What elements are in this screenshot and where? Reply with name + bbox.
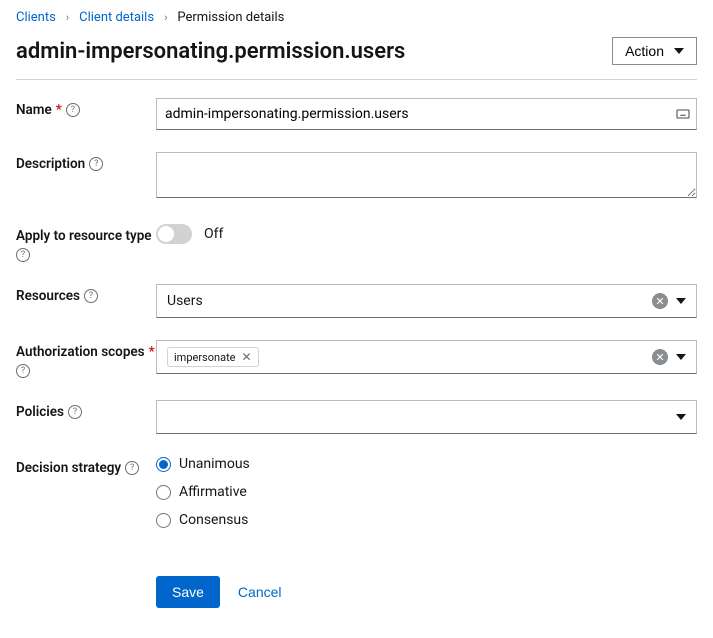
label-resources: Resources ?: [16, 284, 156, 304]
chevron-right-icon: ›: [164, 11, 167, 24]
row-description: Description ?: [16, 152, 697, 202]
breadcrumb: Clients › Client details › Permission de…: [16, 10, 697, 25]
description-textarea[interactable]: [156, 152, 697, 198]
required-icon: *: [56, 102, 62, 118]
radio-input-unanimous[interactable]: [156, 457, 171, 472]
label-apply-to-resource-type: Apply to resource type ?: [16, 224, 156, 262]
radio-affirmative[interactable]: Affirmative: [156, 484, 697, 500]
authorization-scopes-select[interactable]: impersonate ✕ ✕: [156, 340, 697, 374]
help-icon[interactable]: ?: [16, 364, 30, 378]
row-resources: Resources ? Users ✕: [16, 284, 697, 318]
help-icon[interactable]: ?: [66, 103, 80, 117]
save-button[interactable]: Save: [156, 576, 220, 608]
keyboard-icon: [675, 106, 691, 122]
label-name: Name * ?: [16, 98, 156, 118]
caret-down-icon: [676, 414, 686, 420]
help-icon[interactable]: ?: [68, 405, 82, 419]
button-row: Save Cancel: [156, 576, 697, 608]
caret-down-icon: [674, 48, 684, 54]
page-title: admin-impersonating.permission.users: [16, 39, 405, 64]
row-policies: Policies ?: [16, 400, 697, 434]
breadcrumb-current: Permission details: [177, 10, 284, 25]
radio-input-consensus[interactable]: [156, 513, 171, 528]
radio-unanimous[interactable]: Unanimous: [156, 456, 697, 472]
help-icon[interactable]: ?: [125, 461, 139, 475]
label-policies: Policies ?: [16, 400, 156, 420]
cancel-button[interactable]: Cancel: [238, 584, 282, 600]
name-input[interactable]: [156, 98, 697, 130]
row-authorization-scopes: Authorization scopes * ? impersonate ✕ ✕: [16, 340, 697, 378]
label-authorization-scopes: Authorization scopes * ?: [16, 340, 156, 378]
radio-consensus[interactable]: Consensus: [156, 512, 697, 528]
resources-value: Users: [167, 293, 652, 309]
help-icon[interactable]: ?: [89, 157, 103, 171]
resources-select[interactable]: Users ✕: [156, 284, 697, 318]
action-label: Action: [625, 43, 664, 59]
clear-icon[interactable]: ✕: [652, 293, 668, 309]
clear-icon[interactable]: ✕: [652, 349, 668, 365]
required-icon: *: [149, 344, 155, 360]
row-name: Name * ?: [16, 98, 697, 130]
apply-to-resource-type-toggle[interactable]: [156, 224, 192, 244]
decision-strategy-radio-group: Unanimous Affirmative Consensus: [156, 456, 697, 528]
caret-down-icon: [676, 354, 686, 360]
breadcrumb-client-details[interactable]: Client details: [79, 10, 154, 25]
scope-chip: impersonate ✕: [167, 347, 259, 367]
caret-down-icon: [676, 298, 686, 304]
title-row: admin-impersonating.permission.users Act…: [16, 37, 697, 80]
policies-select[interactable]: [156, 400, 697, 434]
chip-label: impersonate: [174, 351, 236, 364]
chip-remove-icon[interactable]: ✕: [242, 350, 252, 364]
label-description: Description ?: [16, 152, 156, 172]
toggle-state-label: Off: [204, 226, 223, 242]
help-icon[interactable]: ?: [16, 248, 30, 262]
action-dropdown[interactable]: Action: [612, 37, 697, 65]
breadcrumb-clients[interactable]: Clients: [16, 10, 56, 25]
chevron-right-icon: ›: [66, 11, 69, 24]
radio-input-affirmative[interactable]: [156, 485, 171, 500]
label-decision-strategy: Decision strategy ?: [16, 456, 156, 476]
row-apply-to-resource-type: Apply to resource type ? Off: [16, 224, 697, 262]
help-icon[interactable]: ?: [84, 289, 98, 303]
row-decision-strategy: Decision strategy ? Unanimous Affirmativ…: [16, 456, 697, 528]
